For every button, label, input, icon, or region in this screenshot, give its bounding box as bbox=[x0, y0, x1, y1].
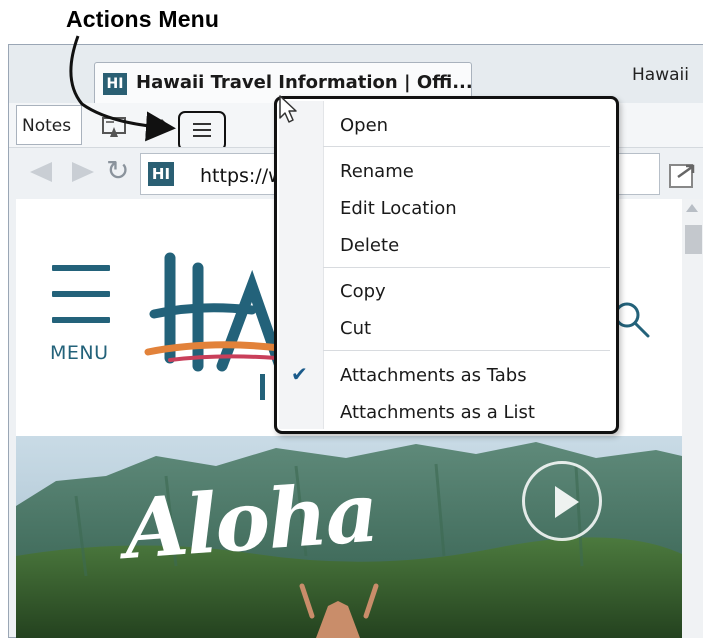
menu-item-edit-location[interactable]: Edit Location bbox=[340, 198, 457, 219]
menu-separator bbox=[323, 146, 610, 147]
actions-menu-button[interactable] bbox=[178, 111, 226, 151]
menu-separator bbox=[323, 267, 610, 268]
scrollbar[interactable] bbox=[682, 199, 703, 638]
tab-title: Hawaii Travel Information | Offi... bbox=[136, 72, 473, 93]
back-icon[interactable] bbox=[26, 160, 54, 184]
share-icon[interactable] bbox=[668, 157, 700, 191]
site-hamburger-icon bbox=[52, 265, 110, 271]
reload-icon[interactable]: ↻ bbox=[106, 153, 129, 189]
checkmark-icon: ✔ bbox=[291, 364, 308, 386]
menu-item-delete[interactable]: Delete bbox=[340, 235, 399, 256]
play-video-button[interactable] bbox=[522, 461, 602, 541]
notes-tab-label: Notes bbox=[22, 116, 72, 136]
mouse-cursor-icon bbox=[279, 95, 297, 123]
menu-item-copy[interactable]: Copy bbox=[340, 281, 386, 302]
forward-icon[interactable] bbox=[70, 160, 98, 184]
menu-item-attachments-as-list[interactable]: Attachments as a List bbox=[340, 402, 535, 423]
url-text: https://w bbox=[200, 165, 284, 187]
pencil-icon[interactable] bbox=[144, 116, 168, 142]
site-menu-label: MENU bbox=[50, 342, 109, 364]
menu-item-cut[interactable]: Cut bbox=[340, 318, 371, 339]
scroll-thumb[interactable] bbox=[685, 225, 702, 254]
menu-item-rename[interactable]: Rename bbox=[340, 161, 414, 182]
play-icon bbox=[555, 486, 579, 518]
hamburger-icon bbox=[193, 123, 211, 125]
actions-context-menu: Open Rename Edit Location Delete Copy Cu… bbox=[274, 96, 619, 434]
tab-favicon-icon: HI bbox=[103, 73, 127, 95]
hero-aloha-text: Aloha bbox=[121, 464, 380, 578]
menu-item-attachments-as-tabs[interactable]: Attachments as Tabs bbox=[340, 365, 527, 386]
scroll-up-icon[interactable] bbox=[686, 204, 698, 212]
tab-next[interactable]: Hawaii bbox=[632, 65, 689, 85]
annotation-title: Actions Menu bbox=[66, 6, 220, 32]
menu-item-open[interactable]: Open bbox=[340, 115, 388, 136]
url-favicon-icon: HI bbox=[148, 162, 174, 186]
menu-separator bbox=[323, 350, 610, 351]
attachment-icon[interactable] bbox=[102, 117, 126, 139]
